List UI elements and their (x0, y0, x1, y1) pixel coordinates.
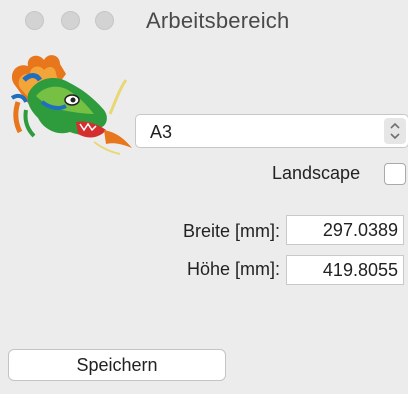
window-zoom-icon[interactable] (95, 11, 114, 30)
window-minimize-icon[interactable] (61, 11, 80, 30)
chevron-up-down-icon (384, 118, 406, 144)
paper-size-value: A3 (150, 122, 173, 142)
save-button[interactable]: Speichern (8, 349, 226, 381)
hoehe-field[interactable]: 419.8055 (286, 255, 404, 285)
hoehe-label: Höhe [mm]: (186, 259, 280, 279)
dragon-logo (10, 55, 132, 155)
landscape-label: Landscape (272, 163, 361, 183)
paper-size-select[interactable]: A3 (135, 114, 408, 148)
breite-label: Breite [mm]: (182, 221, 280, 241)
title-bar: Arbeitsbereich (0, 0, 408, 40)
breite-field[interactable]: 297.0389 (286, 215, 404, 245)
window-close-icon[interactable] (25, 11, 44, 30)
landscape-checkbox[interactable] (384, 163, 406, 185)
window-title: Arbeitsbereich (146, 8, 290, 33)
